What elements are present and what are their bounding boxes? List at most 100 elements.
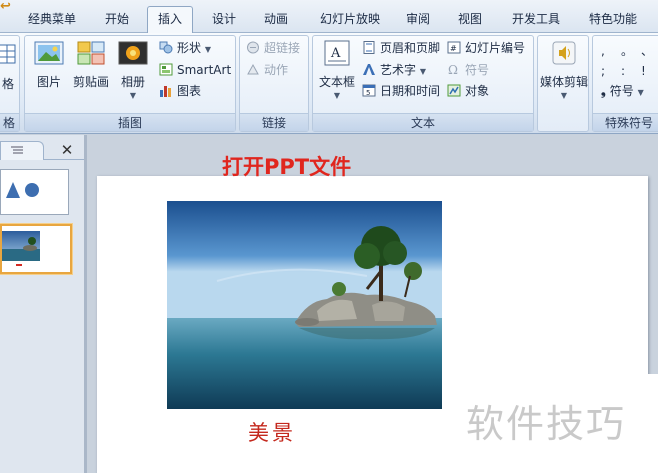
shapes-button[interactable]: 形状 ▼: [159, 39, 211, 58]
symbol-comma-icon: ❟: [601, 84, 606, 98]
tab-view[interactable]: 视图: [448, 9, 492, 29]
symbol-enumeration-comma[interactable]: 、: [641, 42, 653, 61]
landscape-thumbnail-preview: [2, 231, 40, 266]
header-footer-button[interactable]: 页眉和页脚: [362, 39, 440, 58]
slide-thumbnail-1[interactable]: [0, 169, 69, 215]
tab-design[interactable]: 设计: [202, 9, 246, 29]
group-text: A 文本框 ▼ 页眉和页脚 艺术字 ▼ 5 日期和时间 # 幻灯片编号 Ω 符号…: [312, 35, 534, 132]
symbol-semicolon[interactable]: ;: [601, 62, 605, 81]
outline-icon: [11, 146, 23, 154]
group-illustrations: 图片 剪贴画 相册 ▼ 形状 ▼ SmartArt 图表 插图: [24, 35, 236, 132]
clipart-button[interactable]: 剪贴画: [69, 40, 113, 89]
svg-text:#: #: [450, 44, 457, 53]
symbol-colon[interactable]: :: [621, 62, 625, 81]
smartart-button[interactable]: SmartArt: [159, 61, 231, 80]
tab-special-features[interactable]: 特色功能: [582, 9, 644, 29]
tab-classic-menu[interactable]: 经典菜单: [20, 9, 84, 29]
tab-developer[interactable]: 开发工具: [505, 9, 567, 29]
slides-pane-header: ✕: [0, 138, 84, 160]
ribbon: 格 格 图片 剪贴画 相册 ▼ 形状 ▼ SmartArt 图表 插图 超链接 …: [0, 33, 658, 134]
watermark-text: 软件技巧: [466, 402, 627, 446]
table-icon: [0, 44, 16, 64]
clipart-label: 剪贴画: [72, 75, 109, 89]
chart-icon: [160, 86, 171, 97]
datetime-label: 日期和时间: [380, 84, 441, 98]
group-table: 格 格: [0, 35, 20, 132]
textbox-icon: A: [324, 40, 350, 66]
tab-slide-show[interactable]: 幻灯片放映: [312, 9, 388, 29]
symbol-grid: , 。 、 ; : !: [599, 42, 658, 78]
group-table-label: 格: [0, 113, 19, 131]
symbol-period[interactable]: 。: [621, 42, 633, 61]
omega-icon: Ω: [448, 63, 458, 76]
action-label: 动作: [264, 63, 289, 77]
object-button[interactable]: 对象: [447, 82, 489, 101]
photo-caption[interactable]: 美景: [248, 418, 318, 448]
group-special-symbols: , 。 、 ; : ! ❟ 符号 ▼ 特殊符号: [592, 35, 658, 132]
close-icon[interactable]: ✕: [58, 141, 76, 159]
special-symbol-label: 符号: [609, 84, 634, 98]
wordart-label: 艺术字: [380, 63, 417, 77]
picture-button[interactable]: 图片: [31, 40, 67, 89]
picture-label: 图片: [36, 75, 61, 89]
group-media: 媒体剪辑 ▼: [537, 35, 589, 132]
hyperlink-button[interactable]: 超链接: [246, 39, 300, 58]
shapes-icon: [159, 41, 173, 54]
album-label: 相册: [120, 75, 145, 89]
special-symbol-button[interactable]: ❟ 符号 ▼: [601, 82, 644, 101]
tab-insert[interactable]: 插入: [147, 6, 193, 34]
svg-text:5: 5: [366, 89, 370, 97]
outline-tab[interactable]: [0, 141, 44, 160]
group-links-label: 链接: [240, 113, 308, 131]
wordart-button[interactable]: 艺术字 ▼: [362, 61, 426, 80]
textbox-button[interactable]: A 文本框 ▼: [317, 40, 357, 103]
tab-review[interactable]: 审阅: [396, 9, 440, 29]
object-label: 对象: [465, 84, 490, 98]
slide-number-button[interactable]: # 幻灯片编号: [447, 39, 525, 58]
table-button[interactable]: 格: [0, 42, 17, 91]
symbol-label: 符号: [465, 63, 490, 77]
header-footer-label: 页眉和页脚: [380, 41, 441, 55]
smartart-label: SmartArt: [177, 63, 232, 77]
special-symbol-caret: ▼: [637, 88, 644, 97]
group-special-symbols-label: 特殊符号: [593, 113, 658, 131]
wordart-icon: [363, 64, 375, 75]
symbol-comma[interactable]: ,: [601, 42, 605, 61]
group-illustrations-label: 插图: [25, 113, 235, 131]
group-links: 超链接 动作 链接: [239, 35, 309, 132]
tab-home[interactable]: 开始: [95, 9, 139, 29]
album-button[interactable]: 相册 ▼: [115, 40, 151, 103]
tab-animations[interactable]: 动画: [254, 9, 298, 29]
quick-access-mark: ↩: [0, 0, 11, 14]
group-text-label: 文本: [313, 113, 533, 131]
hyperlink-label: 超链接: [264, 41, 301, 55]
symbol-exclamation[interactable]: !: [641, 62, 646, 81]
album-dropdown-caret: ▼: [129, 91, 137, 100]
slide-number-icon: #: [447, 41, 461, 54]
action-button[interactable]: 动作: [246, 61, 288, 80]
slide-title[interactable]: 打开PPT文件: [222, 152, 382, 182]
media-clip-button[interactable]: 媒体剪辑 ▼: [538, 40, 590, 103]
datetime-button[interactable]: 5 日期和时间: [362, 82, 440, 101]
chart-button[interactable]: 图表: [159, 82, 201, 101]
landscape-photo[interactable]: [167, 201, 442, 409]
picture-icon: [34, 41, 64, 65]
hyperlink-icon: [247, 41, 259, 54]
textbox-dropdown-caret: ▼: [333, 91, 341, 100]
slide-number-label: 幻灯片编号: [465, 41, 526, 55]
speaker-icon: [552, 41, 576, 65]
object-icon: [447, 84, 461, 97]
header-footer-icon: [363, 41, 375, 54]
clipart-icon: [77, 41, 105, 65]
slide-thumbnail-2-selected[interactable]: [0, 224, 72, 274]
symbol-button[interactable]: Ω 符号: [447, 61, 489, 80]
shapes-thumbnail-preview: [6, 182, 39, 198]
svg-text:Ω: Ω: [448, 63, 458, 76]
slides-pane: ✕: [0, 135, 84, 473]
shapes-dropdown-caret: ▼: [204, 45, 211, 54]
photo-album-icon: [118, 41, 148, 65]
smartart-icon: [159, 63, 173, 76]
textbox-label: 文本框: [318, 75, 355, 89]
media-dropdown-caret: ▼: [560, 91, 568, 100]
action-icon: [247, 63, 259, 75]
